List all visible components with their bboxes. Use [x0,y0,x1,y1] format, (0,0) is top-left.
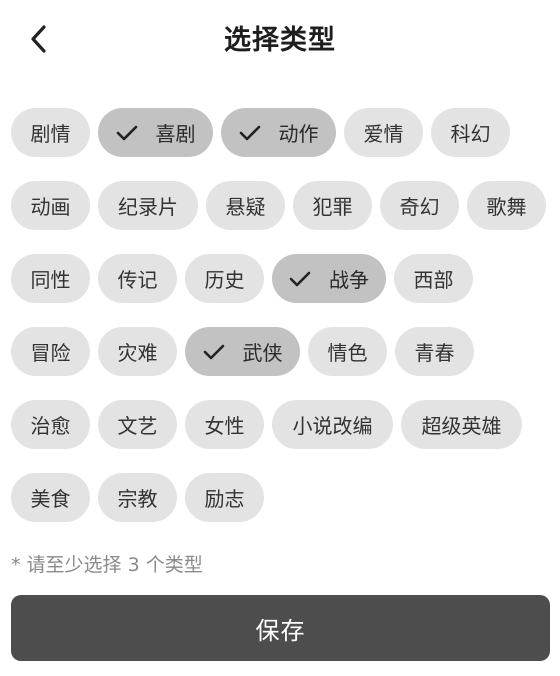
genre-tag-selected[interactable]: 战争 [272,254,386,303]
genre-tag[interactable]: 女性 [185,400,264,449]
genre-tag[interactable]: 情色 [308,327,387,376]
genre-tag-label: 冒险 [30,341,71,365]
genre-tag-label: 剧情 [30,122,71,146]
genre-tag-label: 励志 [204,487,245,511]
genre-tag-label: 灾难 [117,341,158,365]
genre-tag[interactable]: 歌舞 [467,181,546,230]
genre-tag-selected[interactable]: 武侠 [185,327,300,376]
genre-tag[interactable]: 小说改编 [272,400,393,449]
check-icon [116,122,138,144]
genre-tag[interactable]: 科幻 [431,108,510,157]
genre-tag-label: 动画 [30,195,71,219]
genre-tag[interactable]: 剧情 [11,108,90,157]
genre-tag[interactable]: 历史 [185,254,264,303]
genre-tag-label: 纪录片 [118,195,178,219]
genre-tag-label: 爱情 [363,122,404,146]
genre-tag-label: 科幻 [450,122,491,146]
save-button[interactable]: 保存 [11,595,550,661]
genre-tag[interactable]: 纪录片 [98,181,198,230]
genre-tag-label: 治愈 [30,414,71,438]
check-icon [203,341,225,363]
genre-tag-label: 动作 [278,122,319,146]
genre-tag[interactable]: 传记 [98,254,177,303]
genre-tag-label: 历史 [204,268,245,292]
genre-tag-label: 武侠 [242,341,283,365]
genre-tag-label: 西部 [413,268,454,292]
genre-tag-label: 同性 [30,268,71,292]
genre-tag-label: 情色 [327,341,368,365]
genre-tag-label: 青春 [414,341,455,365]
genre-tag[interactable]: 超级英雄 [401,400,522,449]
genre-tag[interactable]: 犯罪 [293,181,372,230]
genre-tag[interactable]: 悬疑 [206,181,285,230]
genre-tag-label: 悬疑 [225,195,266,219]
save-button-label: 保存 [255,616,306,645]
genre-tag[interactable]: 青春 [395,327,474,376]
page-title: 选择类型 [224,25,336,56]
genre-tag[interactable]: 灾难 [98,327,177,376]
genre-tag-label: 传记 [117,268,158,292]
header: 选择类型 [0,0,560,76]
genre-tag[interactable]: 奇幻 [380,181,459,230]
genre-tag-label: 女性 [204,414,245,438]
genre-tag-selected[interactable]: 动作 [221,108,336,157]
genre-tag[interactable]: 治愈 [11,400,90,449]
genre-tag[interactable]: 文艺 [98,400,177,449]
genre-tag-label: 宗教 [117,487,158,511]
genre-tag-label: 战争 [329,268,369,292]
genre-tag[interactable]: 动画 [11,181,90,230]
genre-tag-label: 奇幻 [399,195,440,219]
genre-tag-label: 犯罪 [312,195,353,219]
check-icon [289,268,311,290]
selection-hint: * 请至少选择 3 个类型 [11,554,203,576]
genre-tag-label: 超级英雄 [421,414,502,438]
genre-tag[interactable]: 宗教 [98,473,177,522]
genre-tag[interactable]: 爱情 [344,108,423,157]
genre-tag-label: 美食 [30,487,71,511]
check-icon [239,122,261,144]
genre-tag-label: 歌舞 [486,195,527,219]
genre-tag[interactable]: 美食 [11,473,90,522]
genre-tag[interactable]: 冒险 [11,327,90,376]
genre-tag-selected[interactable]: 喜剧 [98,108,213,157]
genre-tag[interactable]: 西部 [394,254,473,303]
genre-tag-label: 喜剧 [155,122,196,146]
genre-tag-label: 文艺 [117,414,158,438]
genre-tag[interactable]: 励志 [185,473,264,522]
genre-tag-label: 小说改编 [292,414,373,438]
genre-tag[interactable]: 同性 [11,254,90,303]
